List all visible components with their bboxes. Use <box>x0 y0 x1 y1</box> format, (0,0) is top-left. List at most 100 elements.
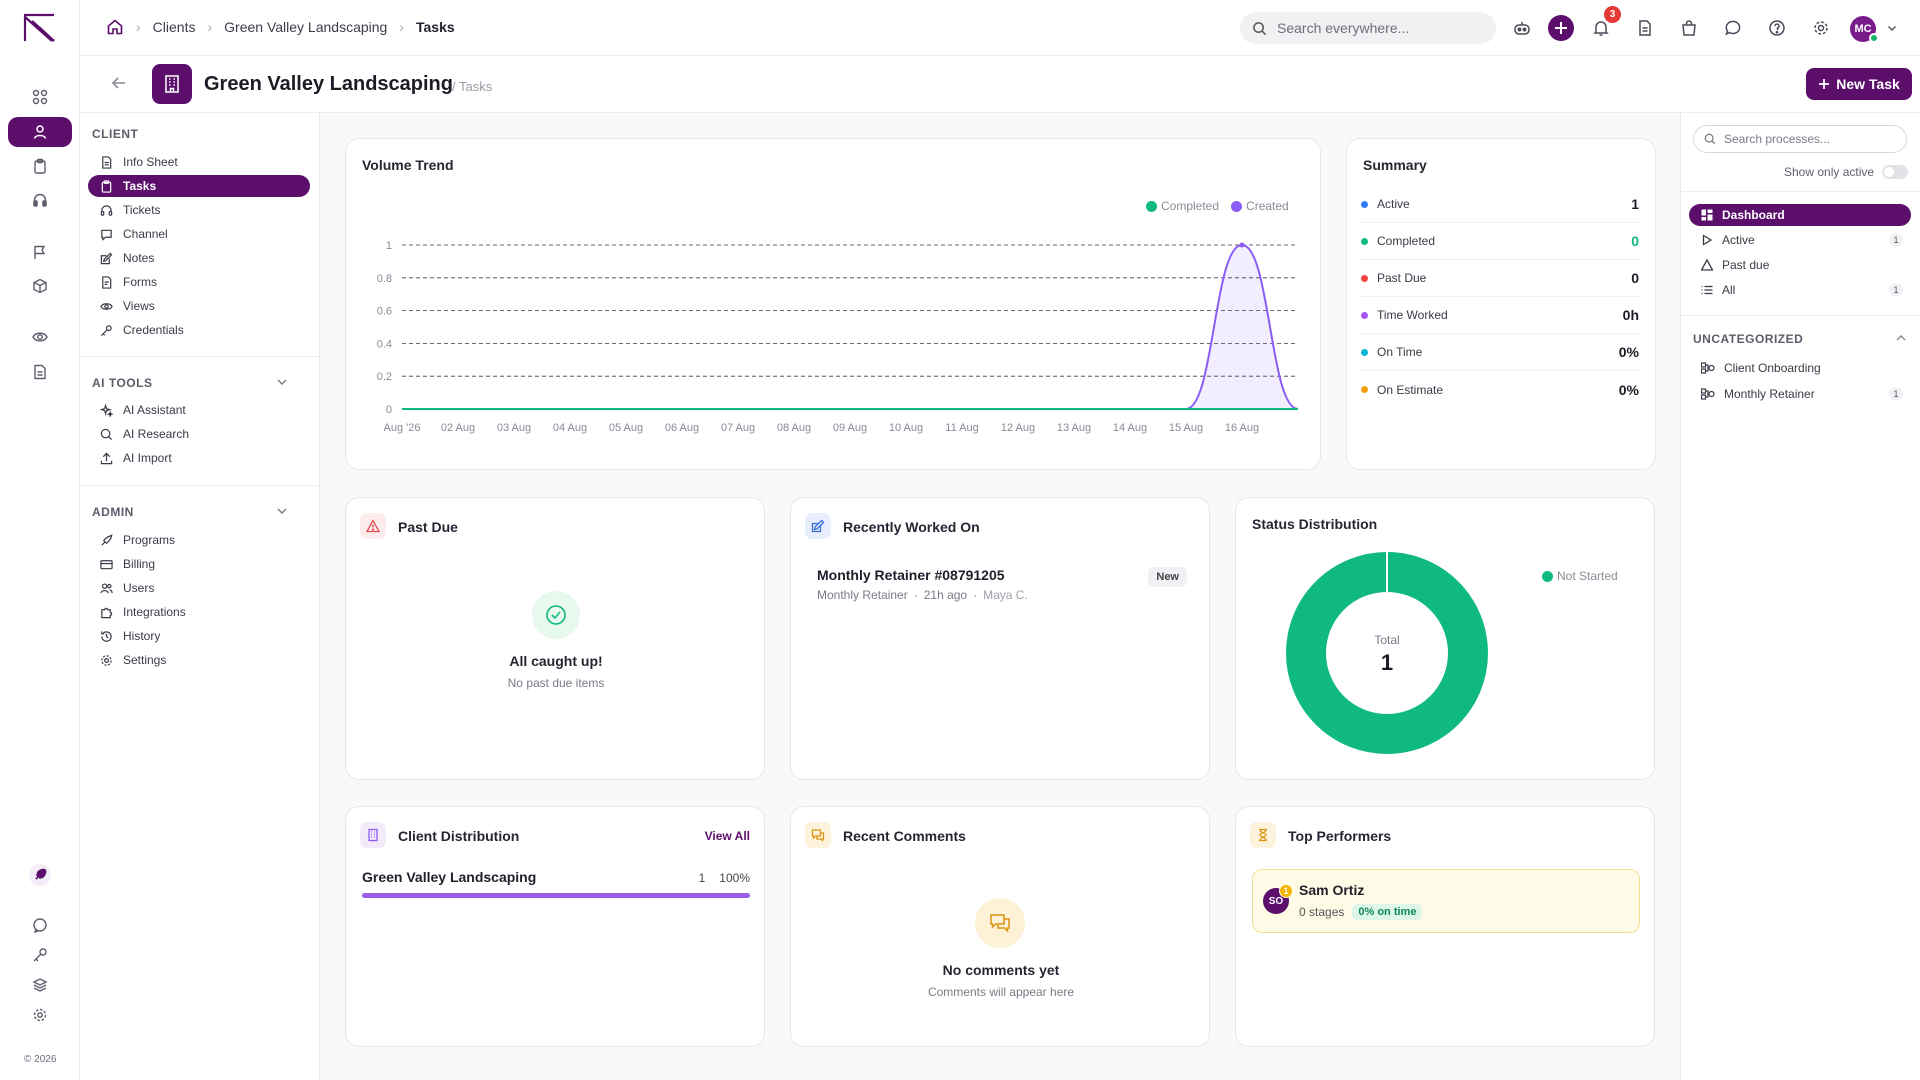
rocket-icon[interactable] <box>8 860 72 890</box>
search-icon <box>1252 21 1267 36</box>
data-point-created[interactable] <box>1239 242 1245 248</box>
sidebar-item-tickets[interactable]: Tickets <box>88 199 310 221</box>
legend-label: Not Started <box>1557 569 1618 583</box>
sidebar-item-settings[interactable]: Settings <box>88 649 310 671</box>
view-count: 1 <box>1889 283 1903 297</box>
back-arrow-icon[interactable] <box>110 74 128 92</box>
document-icon[interactable] <box>8 357 72 387</box>
sidebar-item-history[interactable]: History <box>88 625 310 647</box>
sidebar-item-views[interactable]: Views <box>88 295 310 317</box>
robot-icon[interactable] <box>1510 16 1534 40</box>
x-tick-label: 14 Aug <box>1113 422 1147 434</box>
section-client-heading: CLIENT <box>92 127 139 141</box>
chevron-down-icon[interactable] <box>1886 22 1898 34</box>
view-past-due[interactable]: Past due <box>1689 254 1911 276</box>
view-label: Active <box>1722 233 1755 247</box>
donut-legend-item[interactable]: Not Started <box>1542 569 1618 583</box>
recent-task-item[interactable]: Monthly Retainer #08791205 Monthly Retai… <box>805 560 1197 602</box>
quick-add-button[interactable] <box>1548 15 1574 41</box>
sidebar-item-label: History <box>123 629 161 643</box>
status-dot <box>1361 274 1368 282</box>
sidebar-item-channel[interactable]: Channel <box>88 223 310 245</box>
sidebar-item-notes[interactable]: Notes <box>88 247 310 269</box>
summary-row-time-worked: Time Worked 0h <box>1361 297 1639 334</box>
view-active[interactable]: Active 1 <box>1689 229 1911 251</box>
section-admin-heading: ADMIN <box>92 505 134 519</box>
headset-icon[interactable] <box>8 185 72 215</box>
flag-icon[interactable] <box>8 237 72 267</box>
summary-label: On Time <box>1377 345 1423 359</box>
sidebar-item-credentials[interactable]: Credentials <box>88 319 310 341</box>
chat-help-icon[interactable] <box>8 910 72 940</box>
apps-grid-icon[interactable] <box>8 82 72 112</box>
sidebar-item-tasks[interactable]: Tasks <box>88 175 310 197</box>
sidebar-item-forms[interactable]: Forms <box>88 271 310 293</box>
sidebar-item-label: Views <box>123 299 155 313</box>
task-meta: Monthly Retainer · 21h ago · Maya C. <box>817 588 1028 602</box>
sidebar-item-integrations[interactable]: Integrations <box>88 601 310 623</box>
sidebar-item-users[interactable]: Users <box>88 577 310 599</box>
global-search[interactable] <box>1240 12 1496 44</box>
toggle-switch[interactable] <box>1882 165 1909 179</box>
shopping-bag-icon[interactable] <box>1677 16 1701 40</box>
chevron-up-icon[interactable] <box>1895 332 1907 344</box>
chevron-down-icon[interactable] <box>276 376 288 388</box>
sidebar-item-label: Notes <box>123 251 155 265</box>
upload-icon <box>100 452 113 465</box>
breadcrumb-client[interactable]: Green Valley Landscaping <box>224 19 387 35</box>
summary-value: 0% <box>1618 344 1639 360</box>
chat-icon <box>100 228 113 241</box>
box-icon[interactable] <box>8 271 72 301</box>
sidebar-item-ai-import[interactable]: AI Import <box>88 447 310 469</box>
clipboard-icon[interactable] <box>8 151 72 181</box>
sidebar-item-billing[interactable]: Billing <box>88 553 310 575</box>
list-icon <box>1701 284 1713 296</box>
help-icon[interactable] <box>1765 16 1789 40</box>
process-icon <box>1701 388 1715 400</box>
process-search-input[interactable] <box>1724 132 1894 146</box>
sidebar-item-programs[interactable]: Programs <box>88 529 310 551</box>
series-created-line[interactable] <box>402 243 1299 410</box>
process-search[interactable] <box>1693 125 1907 153</box>
y-tick-label: 0 <box>386 404 392 416</box>
headset-icon <box>100 204 113 217</box>
eye-icon[interactable] <box>8 322 72 352</box>
search-input[interactable] <box>1277 20 1477 36</box>
client-distribution-title: Client Distribution <box>398 828 520 844</box>
show-only-active-toggle[interactable]: Show only active <box>1784 165 1909 179</box>
process-client-onboarding[interactable]: Client Onboarding <box>1689 357 1911 379</box>
search-icon <box>1704 133 1716 145</box>
process-monthly-retainer[interactable]: Monthly Retainer 1 <box>1689 383 1911 405</box>
key-icon[interactable] <box>8 940 72 970</box>
message-icon[interactable] <box>1721 16 1745 40</box>
top-bar: › Clients › Green Valley Landscaping › T… <box>80 0 1920 56</box>
view-all-link[interactable]: View All <box>705 829 750 843</box>
sidebar-item-info-sheet[interactable]: Info Sheet <box>88 151 310 173</box>
breadcrumb-clients[interactable]: Clients <box>153 19 196 35</box>
sidebar-item-ai-assistant[interactable]: AI Assistant <box>88 399 310 421</box>
sidebar-item-ai-research[interactable]: AI Research <box>88 423 310 445</box>
chevron-down-icon[interactable] <box>276 505 288 517</box>
new-task-button[interactable]: New Task <box>1806 68 1912 100</box>
comments-empty-icon <box>975 898 1025 948</box>
home-icon[interactable] <box>106 18 124 36</box>
view-all[interactable]: All 1 <box>1689 279 1911 301</box>
settings-gear-icon[interactable] <box>8 1000 72 1030</box>
building-icon <box>152 64 192 104</box>
layers-icon[interactable] <box>8 970 72 1000</box>
comments-icon <box>805 822 831 848</box>
volume-trend-chart: 0 0.2 0.4 0.6 0.8 1 Aug '26 02 Aug 03 Aug 04 Aug 0… <box>377 240 1299 434</box>
warning-icon <box>1701 259 1713 271</box>
performer-card[interactable]: SO 1 Sam Ortiz 0 stages 0% on time <box>1252 869 1640 933</box>
recent-comments-title: Recent Comments <box>843 828 966 844</box>
file-icon[interactable] <box>1633 16 1657 40</box>
client-distribution-row[interactable]: Green Valley Landscaping 1 100% <box>362 869 750 903</box>
clients-icon[interactable] <box>8 117 72 147</box>
play-icon <box>1701 234 1713 246</box>
settings-icon[interactable] <box>1809 16 1833 40</box>
app-logo[interactable] <box>22 13 58 43</box>
task-name: Monthly Retainer #08791205 <box>817 567 1005 583</box>
view-dashboard[interactable]: Dashboard <box>1689 204 1911 226</box>
progress-track <box>362 893 750 898</box>
online-status-dot <box>1869 33 1879 43</box>
